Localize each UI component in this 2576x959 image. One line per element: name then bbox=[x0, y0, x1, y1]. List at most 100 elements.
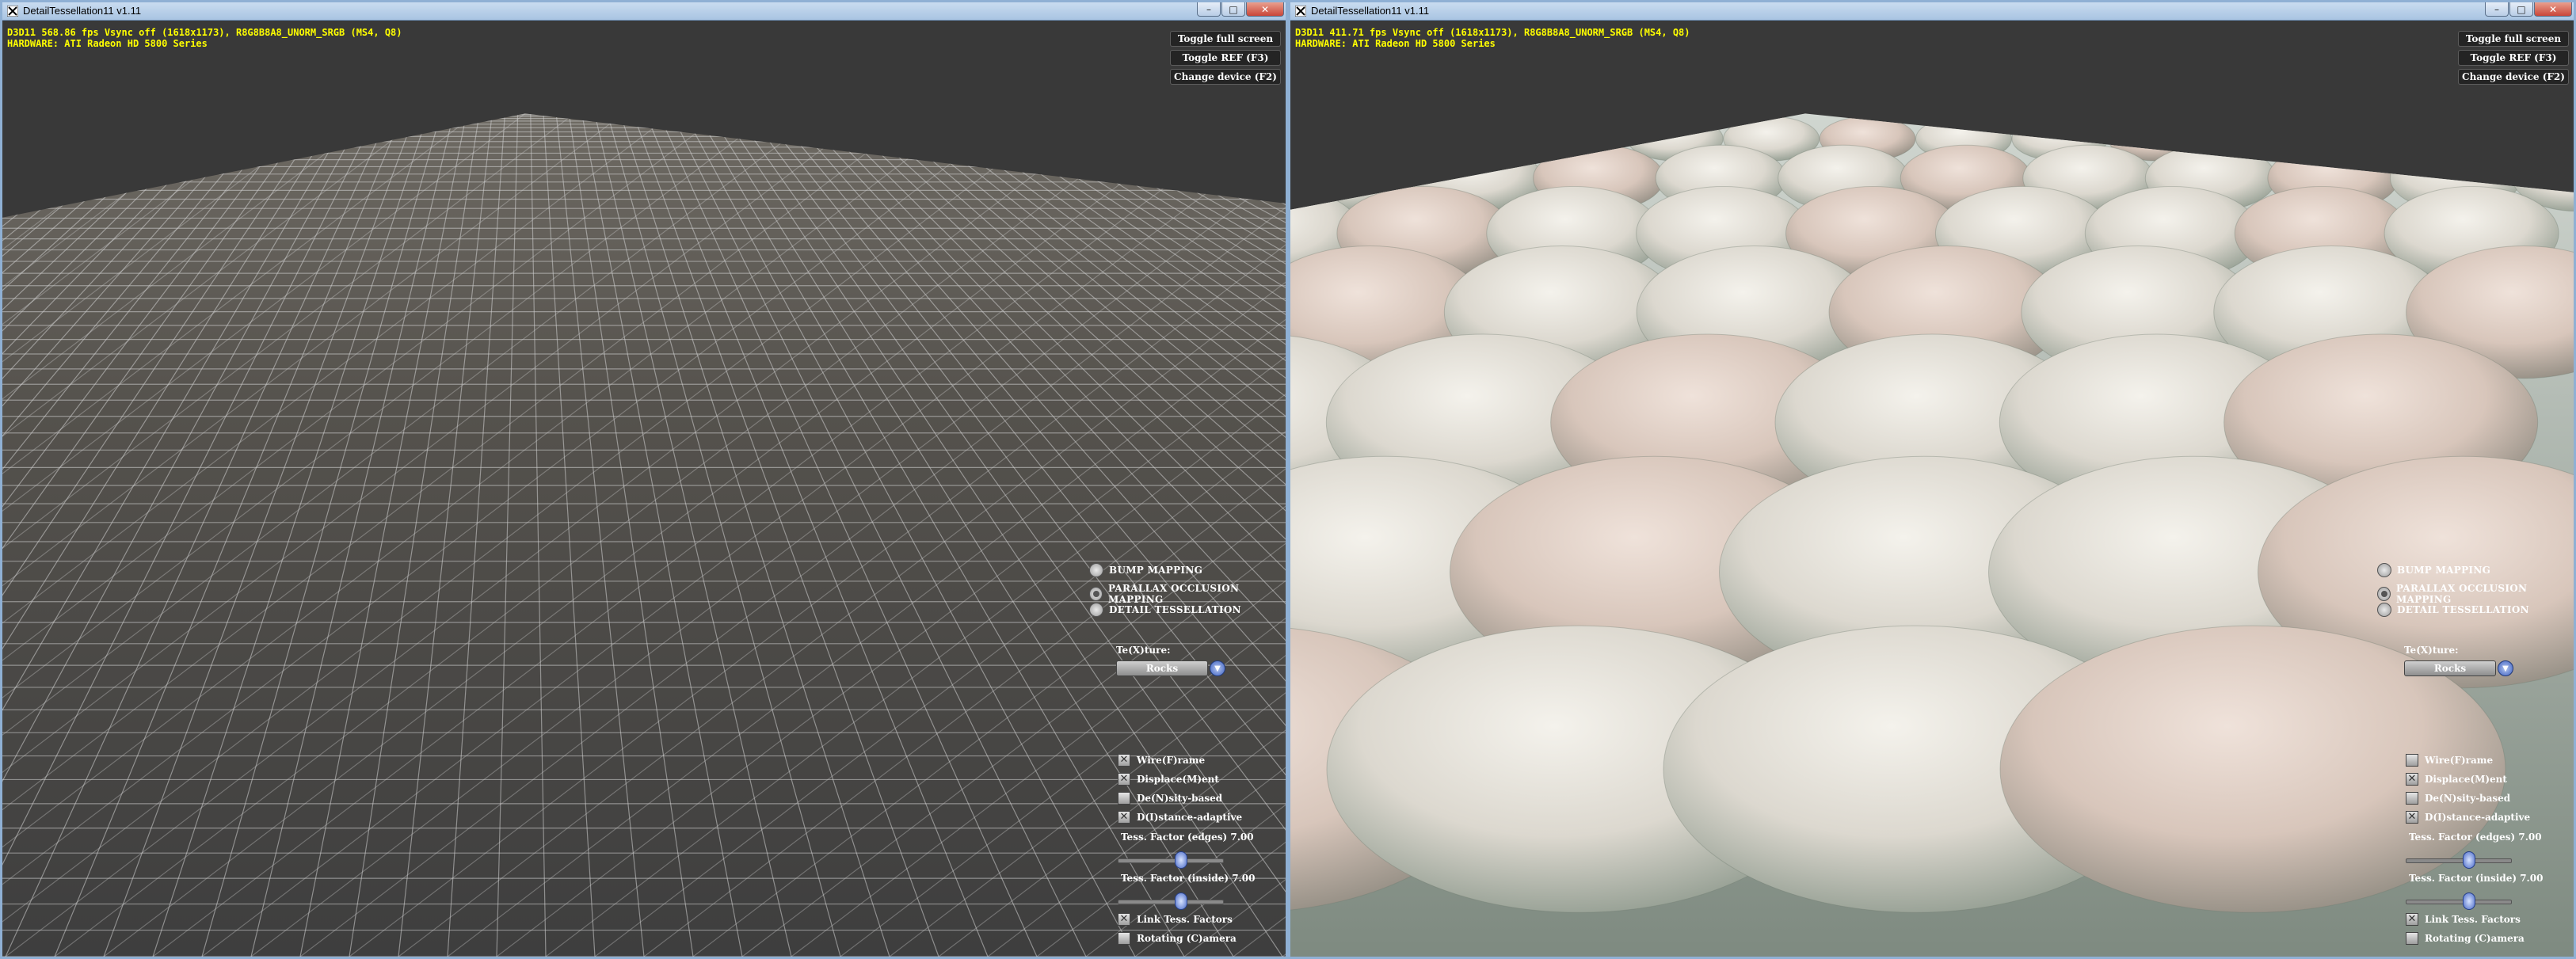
checkbox-label: Displace(M)ent bbox=[2425, 774, 2507, 785]
checkbox-link-tess-factors[interactable]: ✕ Link Tess. Factors bbox=[1118, 913, 1233, 926]
checkbox-icon bbox=[2406, 932, 2418, 945]
texture-label: Te(X)ture: bbox=[1116, 645, 1171, 656]
radio-label: DETAIL TESSELLATION bbox=[2397, 604, 2529, 615]
checkbox-label: Wire(F)rame bbox=[1137, 755, 1206, 766]
checkbox-icon bbox=[2406, 792, 2418, 805]
radio-icon bbox=[1089, 563, 1103, 577]
checkbox-rotating-camera[interactable]: Rotating (C)amera bbox=[1118, 932, 1237, 945]
radio-label: DETAIL TESSELLATION bbox=[1109, 604, 1241, 615]
texture-value: Rocks bbox=[2433, 663, 2467, 674]
checkbox-icon bbox=[1118, 792, 1130, 805]
radio-label: BUMP MAPPING bbox=[2397, 565, 2491, 576]
chevron-down-icon[interactable]: ▼ bbox=[1210, 660, 1225, 676]
checkbox-icon bbox=[1118, 932, 1130, 945]
tess-edges-slider[interactable] bbox=[1118, 858, 1224, 863]
radio-icon bbox=[2377, 563, 2391, 577]
checkbox-label: De(N)sity-based bbox=[2425, 793, 2511, 804]
window-title: DetailTessellation11 v1.11 bbox=[23, 5, 142, 17]
checkbox-distance-adaptive[interactable]: ✕ D(I)stance-adaptive bbox=[2406, 811, 2530, 824]
checkbox-label: Wire(F)rame bbox=[2425, 755, 2494, 766]
checkbox-wireframe[interactable]: Wire(F)rame bbox=[2406, 754, 2493, 767]
close-button[interactable]: ✕ bbox=[2534, 2, 2572, 17]
app-icon bbox=[7, 6, 18, 17]
radio-icon bbox=[2377, 603, 2391, 617]
fps-stats: D3D11 411.71 fps Vsync off (1618x1173), … bbox=[1295, 27, 1690, 38]
checkbox-wireframe[interactable]: ✕ Wire(F)rame bbox=[1118, 754, 1205, 767]
title-bar[interactable]: DetailTessellation11 v1.11 – □ ✕ bbox=[1290, 2, 2574, 21]
checkbox-label: Displace(M)ent bbox=[1137, 774, 1219, 785]
tess-edges-label: Tess. Factor (edges) 7.00 bbox=[1121, 832, 1254, 843]
tess-edges-label: Tess. Factor (edges) 7.00 bbox=[2409, 832, 2542, 843]
checkbox-label: D(I)stance-adaptive bbox=[1137, 812, 1243, 823]
checkbox-icon bbox=[2406, 754, 2418, 767]
render-viewport[interactable]: D3D11 411.71 fps Vsync off (1618x1173), … bbox=[1290, 21, 2574, 957]
change-device-button[interactable]: Change device (F2) bbox=[1170, 69, 1281, 85]
checkbox-label: D(I)stance-adaptive bbox=[2425, 812, 2531, 823]
radio-bump-mapping[interactable]: BUMP MAPPING bbox=[2377, 563, 2490, 577]
checkbox-label: Link Tess. Factors bbox=[1137, 914, 1233, 925]
checkbox-rotating-camera[interactable]: Rotating (C)amera bbox=[2406, 932, 2525, 945]
radio-bump-mapping[interactable]: BUMP MAPPING bbox=[1089, 563, 1202, 577]
window-title: DetailTessellation11 v1.11 bbox=[1311, 5, 1430, 17]
checkbox-icon: ✕ bbox=[2406, 913, 2418, 926]
window-right: DetailTessellation11 v1.11 – □ ✕ D3D11 4… bbox=[1288, 0, 2576, 959]
checkbox-icon: ✕ bbox=[1118, 773, 1130, 786]
checkbox-displacement[interactable]: ✕ Displace(M)ent bbox=[1118, 773, 1219, 786]
tess-inside-slider[interactable] bbox=[2406, 900, 2512, 904]
hardware-info: HARDWARE: ATI Radeon HD 5800 Series bbox=[7, 38, 208, 49]
tess-edges-slider[interactable] bbox=[2406, 858, 2512, 863]
radio-parallax-occlusion[interactable]: PARALLAX OCCLUSION MAPPING bbox=[2377, 583, 2574, 605]
texture-label: Te(X)ture: bbox=[2404, 645, 2459, 656]
tess-edges-slider-thumb[interactable] bbox=[2463, 851, 2475, 869]
stats-readout: D3D11 411.71 fps Vsync off (1618x1173), … bbox=[1295, 27, 1690, 49]
fps-stats: D3D11 568.86 fps Vsync off (1618x1173), … bbox=[7, 27, 402, 38]
app-icon bbox=[1295, 6, 1306, 17]
radio-icon-selected bbox=[2377, 587, 2391, 601]
hardware-info: HARDWARE: ATI Radeon HD 5800 Series bbox=[1295, 38, 1496, 49]
radio-icon bbox=[1089, 603, 1103, 617]
texture-dropdown[interactable]: Rocks bbox=[1116, 660, 1208, 676]
radio-detail-tessellation[interactable]: DETAIL TESSELLATION bbox=[2377, 603, 2529, 617]
checkbox-distance-adaptive[interactable]: ✕ D(I)stance-adaptive bbox=[1118, 811, 1242, 824]
wireframe-plane bbox=[2, 21, 1286, 957]
toggle-ref-button[interactable]: Toggle REF (F3) bbox=[2458, 50, 2569, 66]
tess-inside-slider-thumb[interactable] bbox=[2463, 892, 2475, 910]
checkbox-label: Rotating (C)amera bbox=[2425, 933, 2525, 944]
minimize-button[interactable]: – bbox=[2485, 2, 2509, 17]
radio-label: BUMP MAPPING bbox=[1109, 565, 1203, 576]
checkbox-label: De(N)sity-based bbox=[1137, 793, 1223, 804]
toggle-ref-button[interactable]: Toggle REF (F3) bbox=[1170, 50, 1281, 66]
toggle-fullscreen-button[interactable]: Toggle full screen bbox=[1170, 31, 1281, 47]
tess-inside-slider[interactable] bbox=[1118, 900, 1224, 904]
render-viewport[interactable]: D3D11 568.86 fps Vsync off (1618x1173), … bbox=[2, 21, 1286, 957]
checkbox-displacement[interactable]: ✕ Displace(M)ent bbox=[2406, 773, 2507, 786]
radio-label: PARALLAX OCCLUSION MAPPING bbox=[1107, 583, 1240, 605]
tess-edges-slider-thumb[interactable] bbox=[1175, 851, 1187, 869]
checkbox-icon: ✕ bbox=[2406, 811, 2418, 824]
checkbox-label: Rotating (C)amera bbox=[1137, 933, 1237, 944]
checkbox-label: Link Tess. Factors bbox=[2425, 914, 2521, 925]
radio-detail-tessellation[interactable]: DETAIL TESSELLATION bbox=[1089, 603, 1241, 617]
radio-icon-selected bbox=[1089, 587, 1103, 601]
checkbox-icon: ✕ bbox=[1118, 913, 1130, 926]
chevron-down-icon[interactable]: ▼ bbox=[2498, 660, 2513, 676]
title-bar[interactable]: DetailTessellation11 v1.11 – □ ✕ bbox=[2, 2, 1286, 21]
checkbox-link-tess-factors[interactable]: ✕ Link Tess. Factors bbox=[2406, 913, 2521, 926]
close-button[interactable]: ✕ bbox=[1246, 2, 1284, 17]
window-left: DetailTessellation11 v1.11 – □ ✕ D3D11 5… bbox=[0, 0, 1288, 959]
toggle-fullscreen-button[interactable]: Toggle full screen bbox=[2458, 31, 2569, 47]
checkbox-density-based[interactable]: De(N)sity-based bbox=[1118, 792, 1222, 805]
maximize-button[interactable]: □ bbox=[1221, 2, 1245, 17]
maximize-button[interactable]: □ bbox=[2509, 2, 2533, 17]
tess-inside-slider-thumb[interactable] bbox=[1175, 892, 1187, 910]
tess-inside-label: Tess. Factor (inside) 7.00 bbox=[2409, 873, 2544, 884]
checkbox-icon: ✕ bbox=[2406, 773, 2418, 786]
radio-parallax-occlusion[interactable]: PARALLAX OCCLUSION MAPPING bbox=[1089, 583, 1286, 605]
texture-dropdown[interactable]: Rocks bbox=[2404, 660, 2496, 676]
stats-readout: D3D11 568.86 fps Vsync off (1618x1173), … bbox=[7, 27, 402, 49]
checkbox-density-based[interactable]: De(N)sity-based bbox=[2406, 792, 2510, 805]
rock-displacement-surface bbox=[1290, 21, 2574, 957]
tess-inside-label: Tess. Factor (inside) 7.00 bbox=[1121, 873, 1256, 884]
change-device-button[interactable]: Change device (F2) bbox=[2458, 69, 2569, 85]
minimize-button[interactable]: – bbox=[1197, 2, 1221, 17]
